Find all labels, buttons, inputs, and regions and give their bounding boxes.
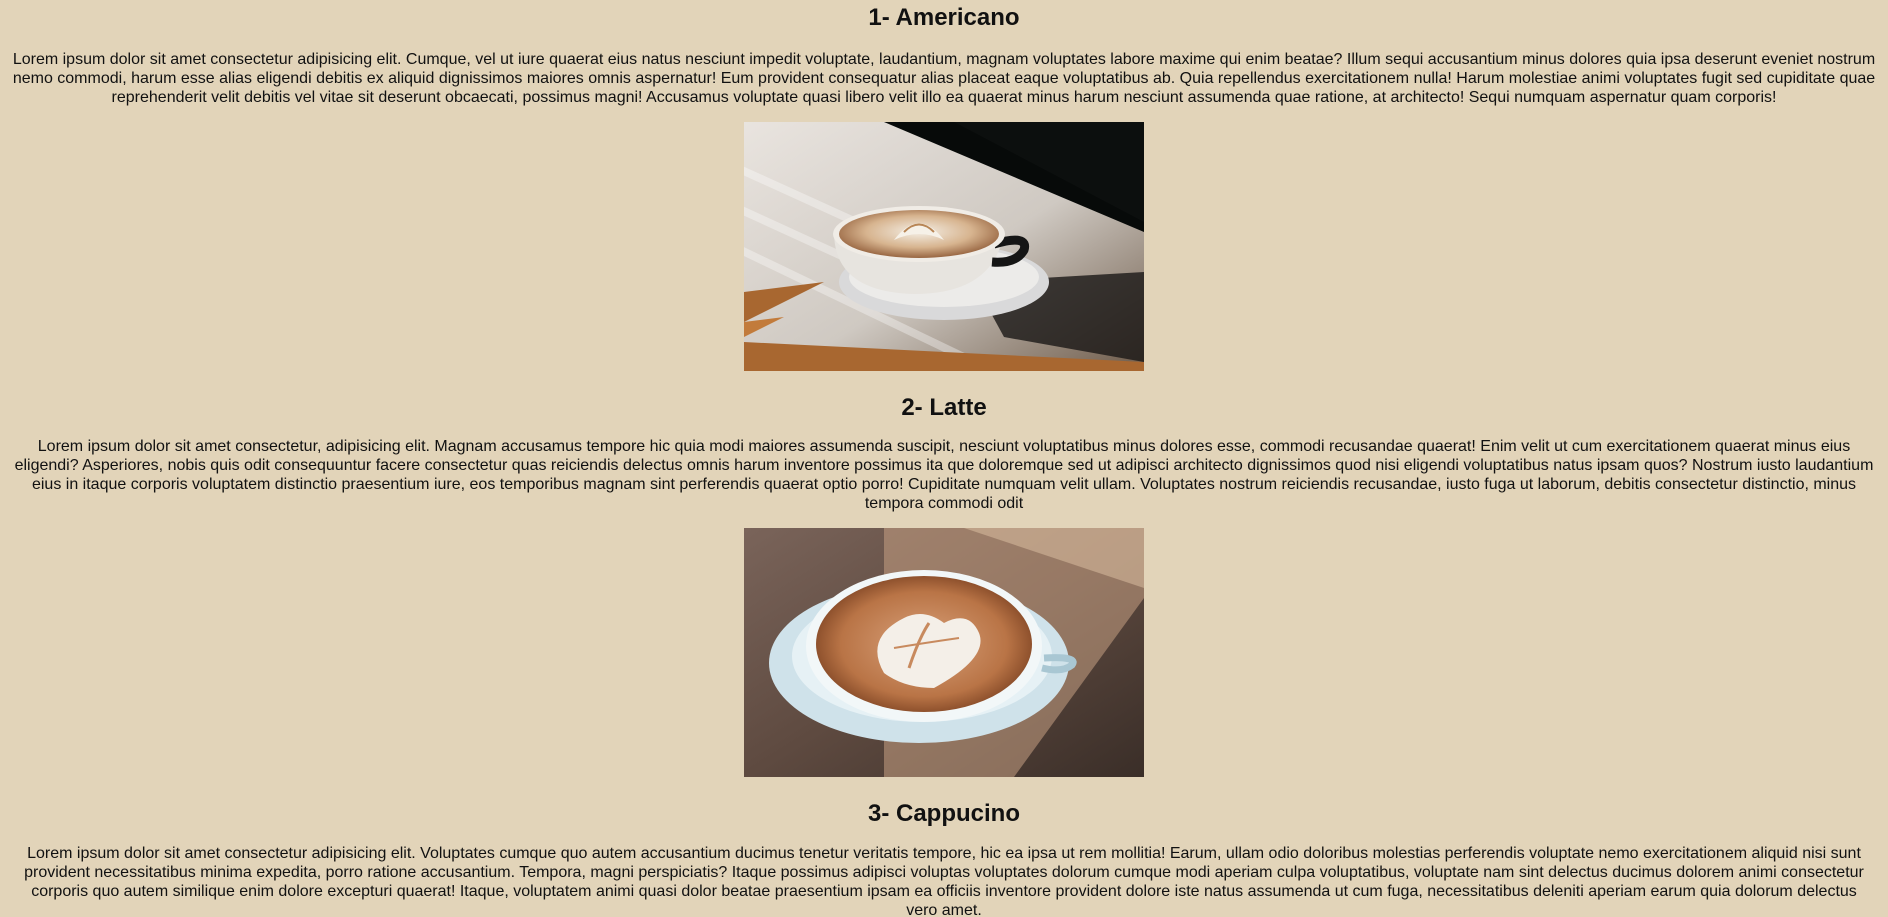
section-americano: 1- Americano Lorem ipsum dolor sit amet … — [0, 0, 1888, 371]
coffee-cup-image — [744, 122, 1144, 371]
section-title-latte: 2- Latte — [901, 394, 987, 421]
section-cappucino: 3- Cappucino Lorem ipsum dolor sit amet … — [0, 796, 1888, 917]
section-title-americano: 1- Americano — [868, 4, 1020, 31]
latte-photo — [744, 528, 1144, 777]
coffee-page: 1- Americano Lorem ipsum dolor sit amet … — [0, 0, 1888, 917]
section-text-latte: Lorem ipsum dolor sit amet consectetur, … — [14, 438, 1874, 512]
coffee-cup-image — [744, 528, 1144, 777]
section-text-cappucino: Lorem ipsum dolor sit amet consectetur a… — [24, 845, 1864, 917]
section-latte: 2- Latte Lorem ipsum dolor sit amet cons… — [0, 390, 1888, 777]
section-text-americano: Lorem ipsum dolor sit amet consectetur a… — [12, 51, 1876, 106]
section-title-cappucino: 3- Cappucino — [867, 800, 1020, 827]
americano-photo — [744, 122, 1144, 371]
